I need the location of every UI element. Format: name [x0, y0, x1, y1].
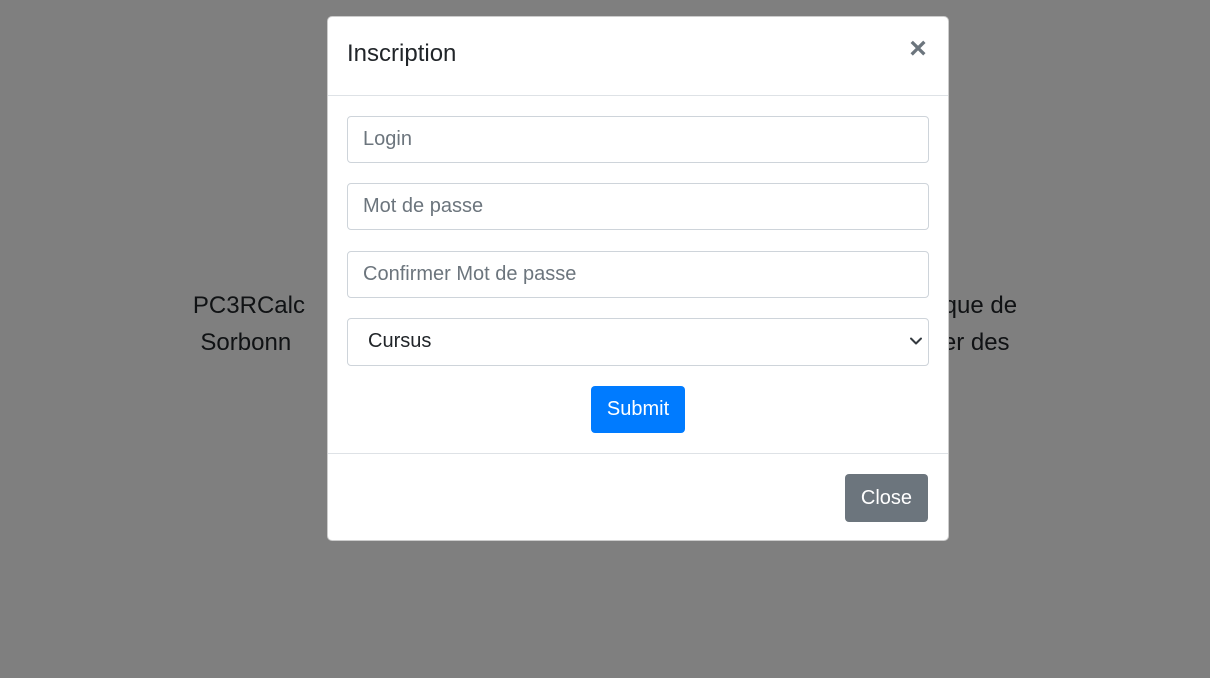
password-input[interactable] [347, 183, 929, 230]
confirm-password-input[interactable] [347, 251, 929, 298]
close-icon[interactable]: × [906, 34, 930, 64]
cursus-select-value: Cursus [368, 330, 432, 352]
close-button[interactable]: Close [845, 474, 928, 522]
chevron-down-icon [910, 337, 922, 345]
cursus-select[interactable]: Cursus [347, 318, 929, 366]
signup-modal: Inscription × Cursus Submit Close [327, 16, 949, 541]
modal-footer: Close [328, 454, 948, 542]
modal-header: Inscription × [328, 17, 948, 96]
submit-button[interactable]: Submit [591, 386, 685, 433]
modal-title: Inscription [347, 40, 457, 67]
modal-body: Cursus Submit [328, 96, 948, 454]
login-input[interactable] [347, 116, 929, 163]
